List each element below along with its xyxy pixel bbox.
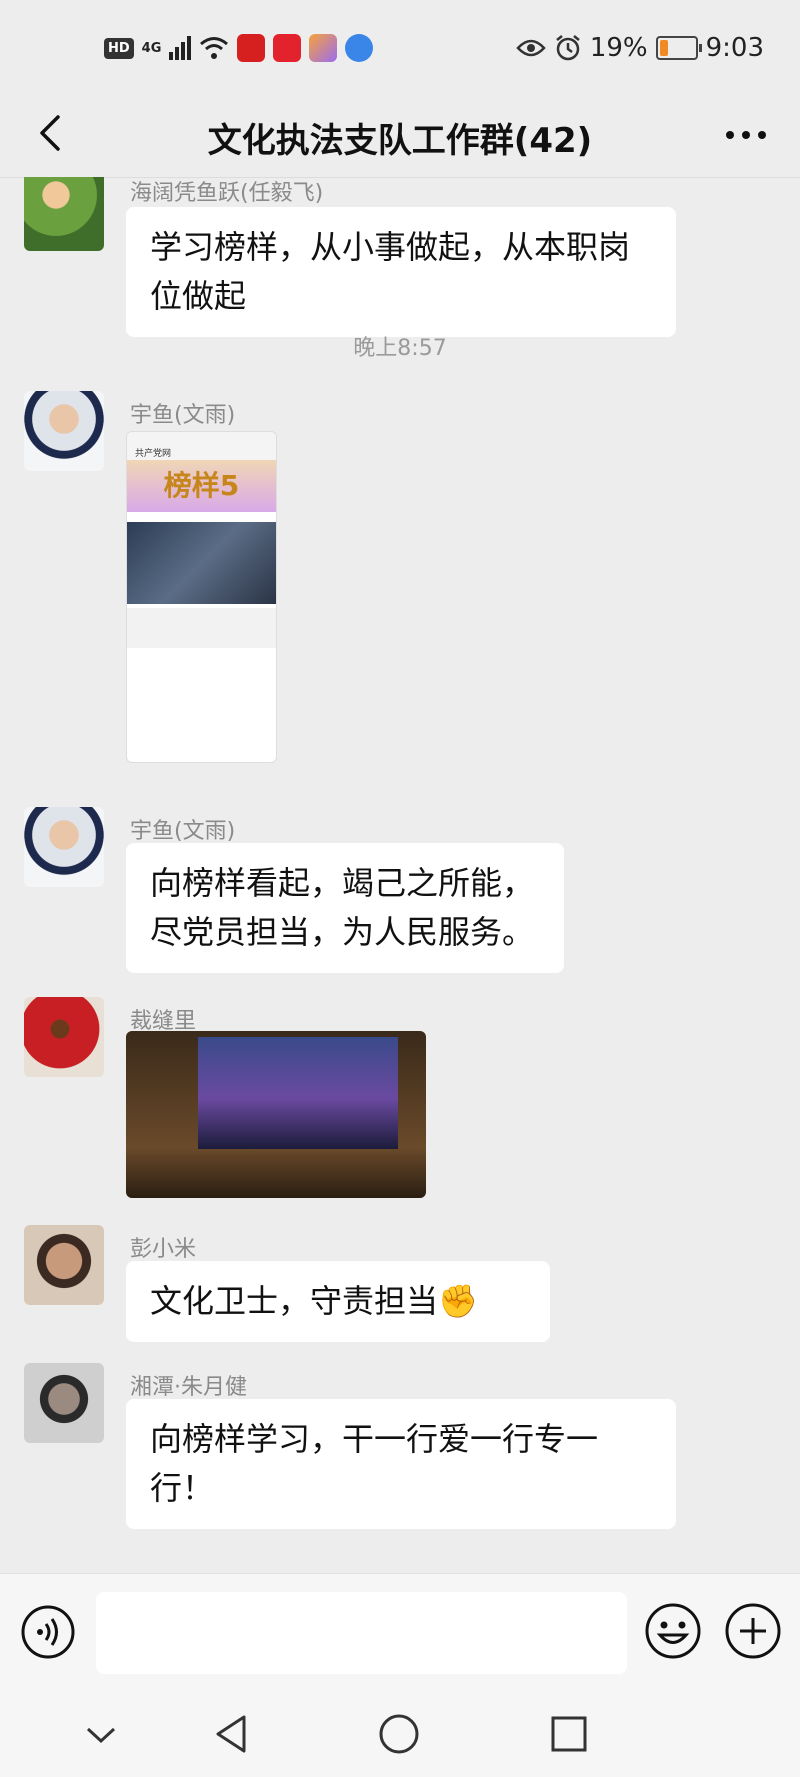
avatar[interactable] xyxy=(24,391,104,471)
network-type: 4G xyxy=(141,40,162,56)
system-nav-bar xyxy=(0,1691,800,1777)
message-line: 向榜样看起，竭己之所能， xyxy=(150,864,535,902)
sender-name: 宇鱼(文雨) xyxy=(130,403,236,428)
nav-home-icon[interactable] xyxy=(374,1709,424,1759)
emoji-icon[interactable] xyxy=(644,1602,702,1660)
avatar[interactable] xyxy=(24,177,104,251)
hd-badge: HD xyxy=(104,37,134,59)
nav-hide-icon[interactable] xyxy=(76,1709,126,1759)
plus-icon[interactable] xyxy=(724,1602,782,1660)
sender-name: 湘潭·朱月健 xyxy=(130,1375,247,1400)
message-bubble[interactable]: 文化卫士，守责担当✊ xyxy=(126,1261,550,1342)
image-app-bar: 共产党网 xyxy=(127,432,276,460)
app-icon-red xyxy=(237,34,266,62)
app-icon-globe xyxy=(345,34,374,62)
chat-header: 文化执法支队工作群(42) xyxy=(0,95,800,178)
message-line: 文化卫士，守责担当✊ xyxy=(150,1282,478,1320)
message-line: 学习榜样，从小事做起，从本职岗 xyxy=(150,228,631,266)
message-line: 向榜样学习，干一行爱一行专一 xyxy=(150,1420,599,1458)
image-footer xyxy=(127,608,276,648)
more-dots-icon[interactable] xyxy=(724,123,768,147)
message-line: 行！ xyxy=(150,1469,215,1507)
nav-back-icon[interactable] xyxy=(206,1709,256,1759)
input-bar xyxy=(0,1573,800,1692)
image-banner: 榜样5 xyxy=(127,460,276,512)
wifi-icon xyxy=(200,37,229,59)
tv-screen xyxy=(198,1037,398,1149)
message-line: 位做起 xyxy=(150,277,247,315)
message-line: 尽党员担当，为人民服务。 xyxy=(150,913,535,951)
chat-title: 文化执法支队工作群(42) xyxy=(207,121,593,161)
app-icon-tag xyxy=(309,34,338,62)
avatar[interactable] xyxy=(24,1363,104,1443)
sender-name: 海阔凭鱼跃(任毅飞) xyxy=(130,181,324,206)
message-input[interactable] xyxy=(96,1592,627,1674)
shared-screenshot-image[interactable]: 共产党网 榜样5 xyxy=(126,431,277,763)
clock: 9:03 xyxy=(705,33,764,63)
status-left: HD 4G xyxy=(104,30,374,66)
status-right: 19% 9:03 xyxy=(516,28,764,68)
status-bar: HD 4G 19% 9:03 xyxy=(0,0,800,95)
shared-photo-image[interactable] xyxy=(126,1031,426,1198)
sender-name: 彭小米 xyxy=(130,1237,197,1262)
image-photo xyxy=(127,522,276,604)
signal-icon xyxy=(169,36,192,60)
avatar[interactable] xyxy=(24,997,104,1077)
eye-icon xyxy=(516,39,546,57)
battery-percent: 19% xyxy=(589,33,648,63)
alarm-icon xyxy=(556,35,580,61)
battery-icon xyxy=(655,36,702,60)
avatar[interactable] xyxy=(24,1225,104,1305)
message-bubble[interactable]: 向榜样学习，干一行爱一行专一 行！ xyxy=(126,1399,676,1529)
voice-icon[interactable] xyxy=(20,1604,76,1660)
timestamp: 晚上8:57 xyxy=(353,336,447,361)
app-icon-heart xyxy=(273,34,302,62)
nav-recents-icon[interactable] xyxy=(544,1709,594,1759)
message-bubble[interactable]: 向榜样看起，竭己之所能， 尽党员担当，为人民服务。 xyxy=(126,843,564,973)
avatar[interactable] xyxy=(24,807,104,887)
message-bubble[interactable]: 学习榜样，从小事做起，从本职岗 位做起 xyxy=(126,207,676,337)
chat-messages[interactable]: 海阔凭鱼跃(任毅飞) 学习榜样，从小事做起，从本职岗 位做起 晚上8:57 宇鱼… xyxy=(0,177,800,1573)
sender-name: 宇鱼(文雨) xyxy=(130,819,236,844)
